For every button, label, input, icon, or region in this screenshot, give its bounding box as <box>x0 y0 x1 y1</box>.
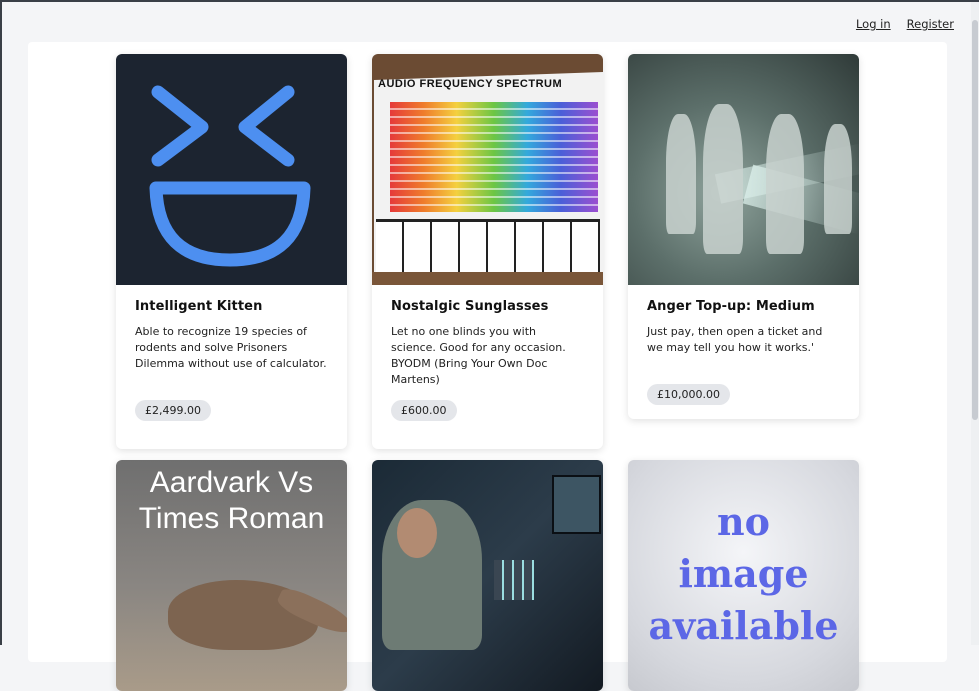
image-caption-line1: Aardvark Vs <box>149 466 314 499</box>
price-badge: £2,499.00 <box>135 400 211 421</box>
product-image-spectrum[interactable]: AUDIO FREQUENCY SPECTRUM <box>372 54 603 285</box>
spectrum-lines <box>390 102 598 212</box>
window-left-border <box>0 0 2 645</box>
product-title[interactable]: Nostalgic Sunglasses <box>391 299 584 314</box>
product-title[interactable]: Intelligent Kitten <box>135 299 328 314</box>
placeholder-text-line3: available <box>648 603 839 648</box>
window-top-border <box>0 0 979 2</box>
product-card[interactable]: AUDIO FREQUENCY SPECTRUM Nostalgic Sungl… <box>372 54 603 449</box>
login-link[interactable]: Log in <box>856 17 891 31</box>
dj-head <box>397 508 437 558</box>
product-card[interactable] <box>372 460 603 691</box>
product-image-smoke[interactable] <box>628 54 859 285</box>
scrollbar-thumb[interactable] <box>972 20 978 420</box>
product-description: Just pay, then open a ticket and we may … <box>647 325 823 354</box>
price-badge: £600.00 <box>391 400 457 421</box>
product-card[interactable]: no image available <box>628 460 859 691</box>
product-image-aardvark[interactable]: Aardvark Vs Times Roman <box>116 460 347 691</box>
laughing-face-icon <box>149 85 311 267</box>
product-card-body: Nostalgic Sunglasses Let no one blinds y… <box>372 285 603 449</box>
product-card-body: Anger Top-up: Medium Just pay, then open… <box>628 285 859 419</box>
spectrum-title: AUDIO FREQUENCY SPECTRUM <box>378 78 563 90</box>
product-title[interactable]: Anger Top-up: Medium <box>647 299 840 314</box>
placeholder-text-line1: no <box>717 499 770 544</box>
product-description: Able to recognize 19 species of rodents … <box>135 325 327 370</box>
product-image-placeholder[interactable]: no image available <box>628 460 859 691</box>
register-link[interactable]: Register <box>907 17 954 31</box>
product-card[interactable]: Intelligent Kitten Able to recognize 19 … <box>116 54 347 449</box>
image-caption-line2: Times Roman <box>138 502 325 535</box>
product-image-dj[interactable] <box>372 460 603 691</box>
product-card[interactable]: Aardvark Vs Times Roman <box>116 460 347 691</box>
hazmat-figure <box>703 104 743 254</box>
hazmat-figure <box>666 114 696 234</box>
top-nav: Log in Register <box>856 17 954 31</box>
product-description: Let no one blinds you with science. Good… <box>391 325 566 386</box>
wood-floor <box>372 272 603 285</box>
hazmat-figure <box>766 114 804 254</box>
spectrum-legend <box>376 219 600 274</box>
product-card-body: Intelligent Kitten Able to recognize 19 … <box>116 285 347 449</box>
hazmat-figure <box>824 124 852 234</box>
price-badge: £10,000.00 <box>647 384 730 405</box>
vertical-scrollbar[interactable] <box>971 2 979 645</box>
product-card[interactable]: Anger Top-up: Medium Just pay, then open… <box>628 54 859 419</box>
product-image-laughing-face[interactable] <box>116 54 347 285</box>
placeholder-text-line2: image <box>678 551 809 596</box>
dj-controller <box>494 560 534 600</box>
dj-monitor <box>552 475 601 534</box>
